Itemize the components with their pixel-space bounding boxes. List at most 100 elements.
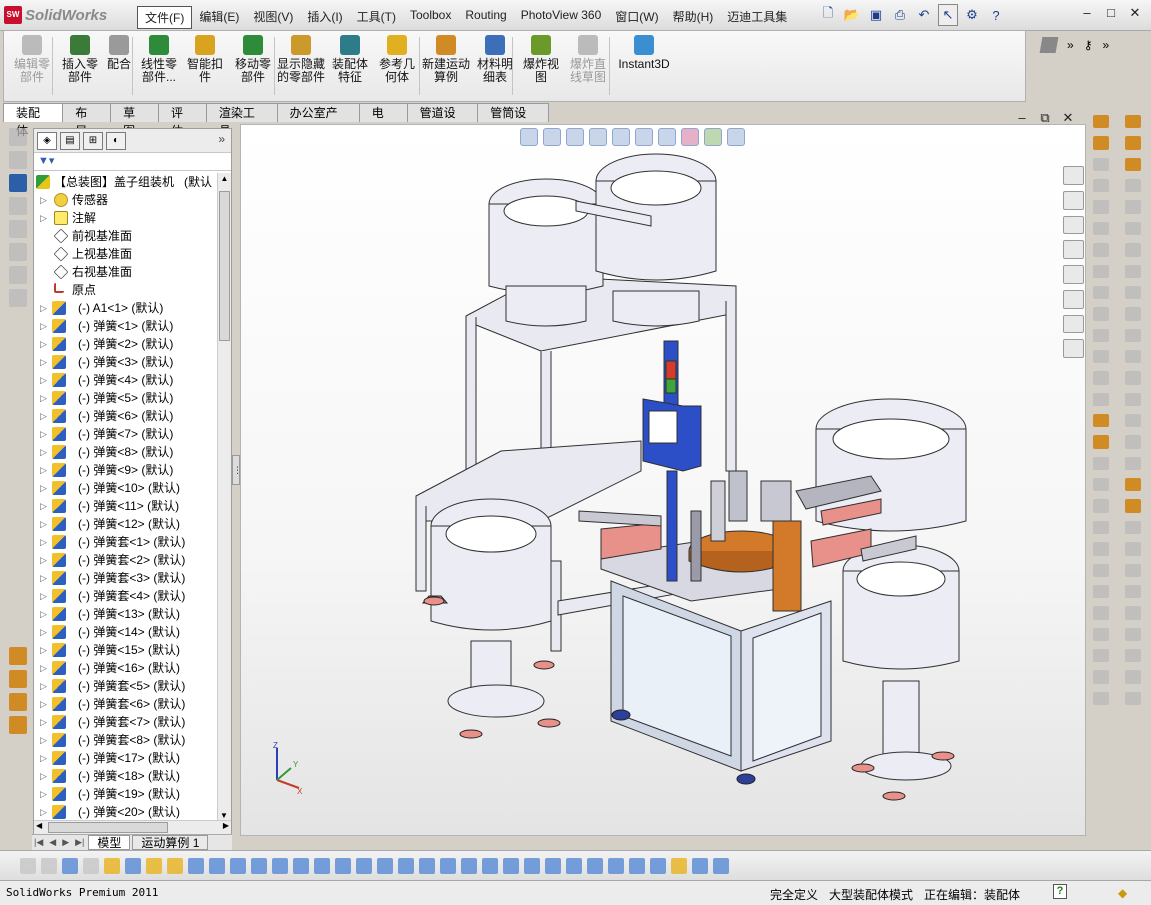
expand-arrow-icon[interactable]: ▷ [40, 353, 47, 371]
tree-item[interactable]: ▷ (-) 弹簧<9> (默认) [34, 461, 216, 479]
selection-filter-icon-23[interactable] [503, 857, 519, 874]
tree-item[interactable]: ▷ (-) 弹簧<12> (默认) [34, 515, 216, 533]
ribbon-button-1[interactable]: 插入零部件 [57, 35, 103, 99]
tree-vertical-scrollbar[interactable]: ▲ ▼ [217, 173, 231, 820]
tab-8[interactable]: 管筒设计 [477, 103, 549, 138]
expand-arrow-icon[interactable]: ▷ [40, 785, 47, 803]
expand-arrow-icon[interactable]: ▷ [40, 191, 47, 209]
selection-filter-icon-15[interactable] [335, 857, 351, 874]
right-tool2-icon-2[interactable] [1125, 157, 1141, 172]
right-tool2-icon-4[interactable] [1125, 200, 1141, 214]
right-tool-icon-14[interactable] [1093, 414, 1109, 428]
zoom-to-fit-icon[interactable] [520, 128, 538, 146]
left-tool-icon-5[interactable] [9, 220, 27, 238]
right-tool2-icon-5[interactable] [1125, 221, 1141, 236]
tree-item[interactable]: ▷ (-) 弹簧<2> (默认) [34, 335, 216, 353]
ribbon-button-9[interactable]: 新建运动算例 [422, 35, 470, 99]
tree-item[interactable]: ▷ (-) 弹簧<16> (默认) [34, 659, 216, 677]
expand-arrow-icon[interactable]: ▷ [40, 407, 47, 425]
right-tool-icon-8[interactable] [1093, 285, 1109, 300]
right-tool2-icon-14[interactable] [1125, 414, 1141, 428]
ribbon-button-3[interactable]: 线性零部件... [137, 35, 181, 99]
edit-appearance-icon[interactable] [681, 128, 699, 146]
tree-scroll-thumb[interactable] [219, 191, 230, 341]
right-tool2-icon-8[interactable] [1125, 285, 1141, 300]
tab-model[interactable]: 模型 [88, 835, 131, 850]
right-tool-icon-11[interactable] [1093, 349, 1109, 364]
tree-item[interactable]: ▷ (-) 弹簧<7> (默认) [34, 425, 216, 443]
print-icon[interactable]: ⎙ [890, 4, 910, 26]
panel-splitter[interactable]: ⋮ [232, 455, 242, 485]
selection-filter-icon-2[interactable] [62, 857, 78, 874]
menu-item-5[interactable]: Toolbox [403, 6, 458, 29]
tree-item[interactable]: ▷ 注解 [34, 209, 216, 227]
tab-7[interactable]: 管道设计 [406, 103, 479, 138]
tab-1[interactable]: 布局 [62, 103, 112, 138]
scroll-up-icon[interactable]: ▲ [218, 173, 231, 185]
help-icon[interactable]: ? [986, 4, 1006, 26]
right-tool-icon-4[interactable] [1093, 200, 1109, 214]
zoom-to-area-icon[interactable] [543, 128, 561, 146]
expand-arrow-icon[interactable]: ▷ [40, 533, 47, 551]
selection-filter-icon-24[interactable] [524, 857, 540, 874]
selection-filter-icon-30[interactable] [650, 857, 666, 874]
expand-arrow-icon[interactable]: ▷ [40, 695, 47, 713]
menu-item-4[interactable]: 工具(T) [350, 6, 403, 29]
tree-item[interactable]: ▷ (-) 弹簧<8> (默认) [34, 443, 216, 461]
selection-filter-icon-32[interactable] [692, 857, 708, 874]
left-tool-icon-4[interactable] [9, 197, 27, 215]
minimize-icon[interactable]: – [1080, 6, 1094, 20]
left-tool-icon-6[interactable] [9, 243, 27, 261]
expand-arrow-icon[interactable]: ▷ [40, 335, 47, 353]
tab-6[interactable]: 电气 [358, 103, 408, 138]
new-document-icon[interactable]: 🗋 [818, 4, 838, 26]
tree-item[interactable]: ▷ (-) 弹簧<10> (默认) [34, 479, 216, 497]
selection-filter-icon-21[interactable] [461, 857, 477, 874]
selection-filter-icon-3[interactable] [83, 857, 99, 874]
expand-arrow-icon[interactable]: ▷ [40, 713, 47, 731]
right-tool2-icon-15[interactable] [1125, 435, 1141, 449]
right-tool-icon-23[interactable] [1093, 606, 1109, 620]
previous-view-icon[interactable] [566, 128, 584, 146]
left-tool-icon-1[interactable] [9, 128, 27, 146]
3d-box-icon[interactable] [1039, 37, 1059, 53]
right-tool2-icon-27[interactable] [1125, 691, 1141, 706]
right-tool2-icon-6[interactable] [1125, 243, 1141, 257]
status-tag-icon[interactable]: ◆ [1118, 886, 1127, 900]
first-tab-icon[interactable]: |◀ [32, 837, 45, 848]
ribbon-button-0[interactable]: 编辑零部件 [9, 35, 55, 99]
right-tool2-icon-13[interactable] [1125, 392, 1141, 407]
viewport-restore-icon[interactable]: ⧉ [1038, 111, 1052, 125]
left-tool-icon-10[interactable] [9, 670, 27, 688]
tab-0[interactable]: 装配体 [3, 103, 64, 138]
right-tool2-icon-3[interactable] [1125, 179, 1141, 193]
tree-filter[interactable]: ▼▾ [34, 153, 231, 171]
tab-2[interactable]: 草图 [110, 103, 159, 138]
expand-arrow-icon[interactable]: ▷ [40, 803, 47, 820]
right-tool2-icon-16[interactable] [1125, 456, 1141, 471]
tree-item[interactable]: 上视基准面 [34, 245, 216, 263]
expand-arrow-icon[interactable]: ▷ [40, 479, 47, 497]
ribbon-button-12[interactable]: 爆炸直线草图 [565, 35, 611, 99]
expand-arrow-icon[interactable]: ▷ [40, 677, 47, 695]
expand-arrow-icon[interactable]: ▷ [40, 371, 47, 389]
menu-item-2[interactable]: 视图(V) [246, 6, 300, 29]
key-icon[interactable]: ⚷ [1084, 38, 1093, 52]
viewport-close-icon[interactable]: ✕ [1061, 111, 1075, 125]
right-tool-icon-26[interactable] [1093, 670, 1109, 684]
expand-arrow-icon[interactable]: ▷ [40, 569, 47, 587]
selection-filter-icon-5[interactable] [125, 857, 141, 874]
tree-hscroll-thumb[interactable] [48, 822, 168, 833]
panel-expand-icon[interactable]: » [218, 132, 225, 146]
next-tab-icon[interactable]: ▶ [60, 837, 71, 848]
ribbon-button-6[interactable]: 显示隐藏的零部件 [277, 35, 325, 99]
right-tool-icon-7[interactable] [1093, 264, 1109, 278]
left-tool-icon-7[interactable] [9, 266, 27, 284]
expand-arrow-icon[interactable]: ▷ [40, 461, 47, 479]
scroll-down-icon[interactable]: ▼ [218, 811, 230, 820]
prev-tab-icon[interactable]: ◀ [47, 837, 58, 848]
last-tab-icon[interactable]: ▶| [73, 837, 86, 848]
selection-filter-icon-28[interactable] [608, 857, 624, 874]
selection-filter-icon-4[interactable] [104, 857, 120, 874]
tree-item[interactable]: ▷ (-) 弹簧套<6> (默认) [34, 695, 216, 713]
